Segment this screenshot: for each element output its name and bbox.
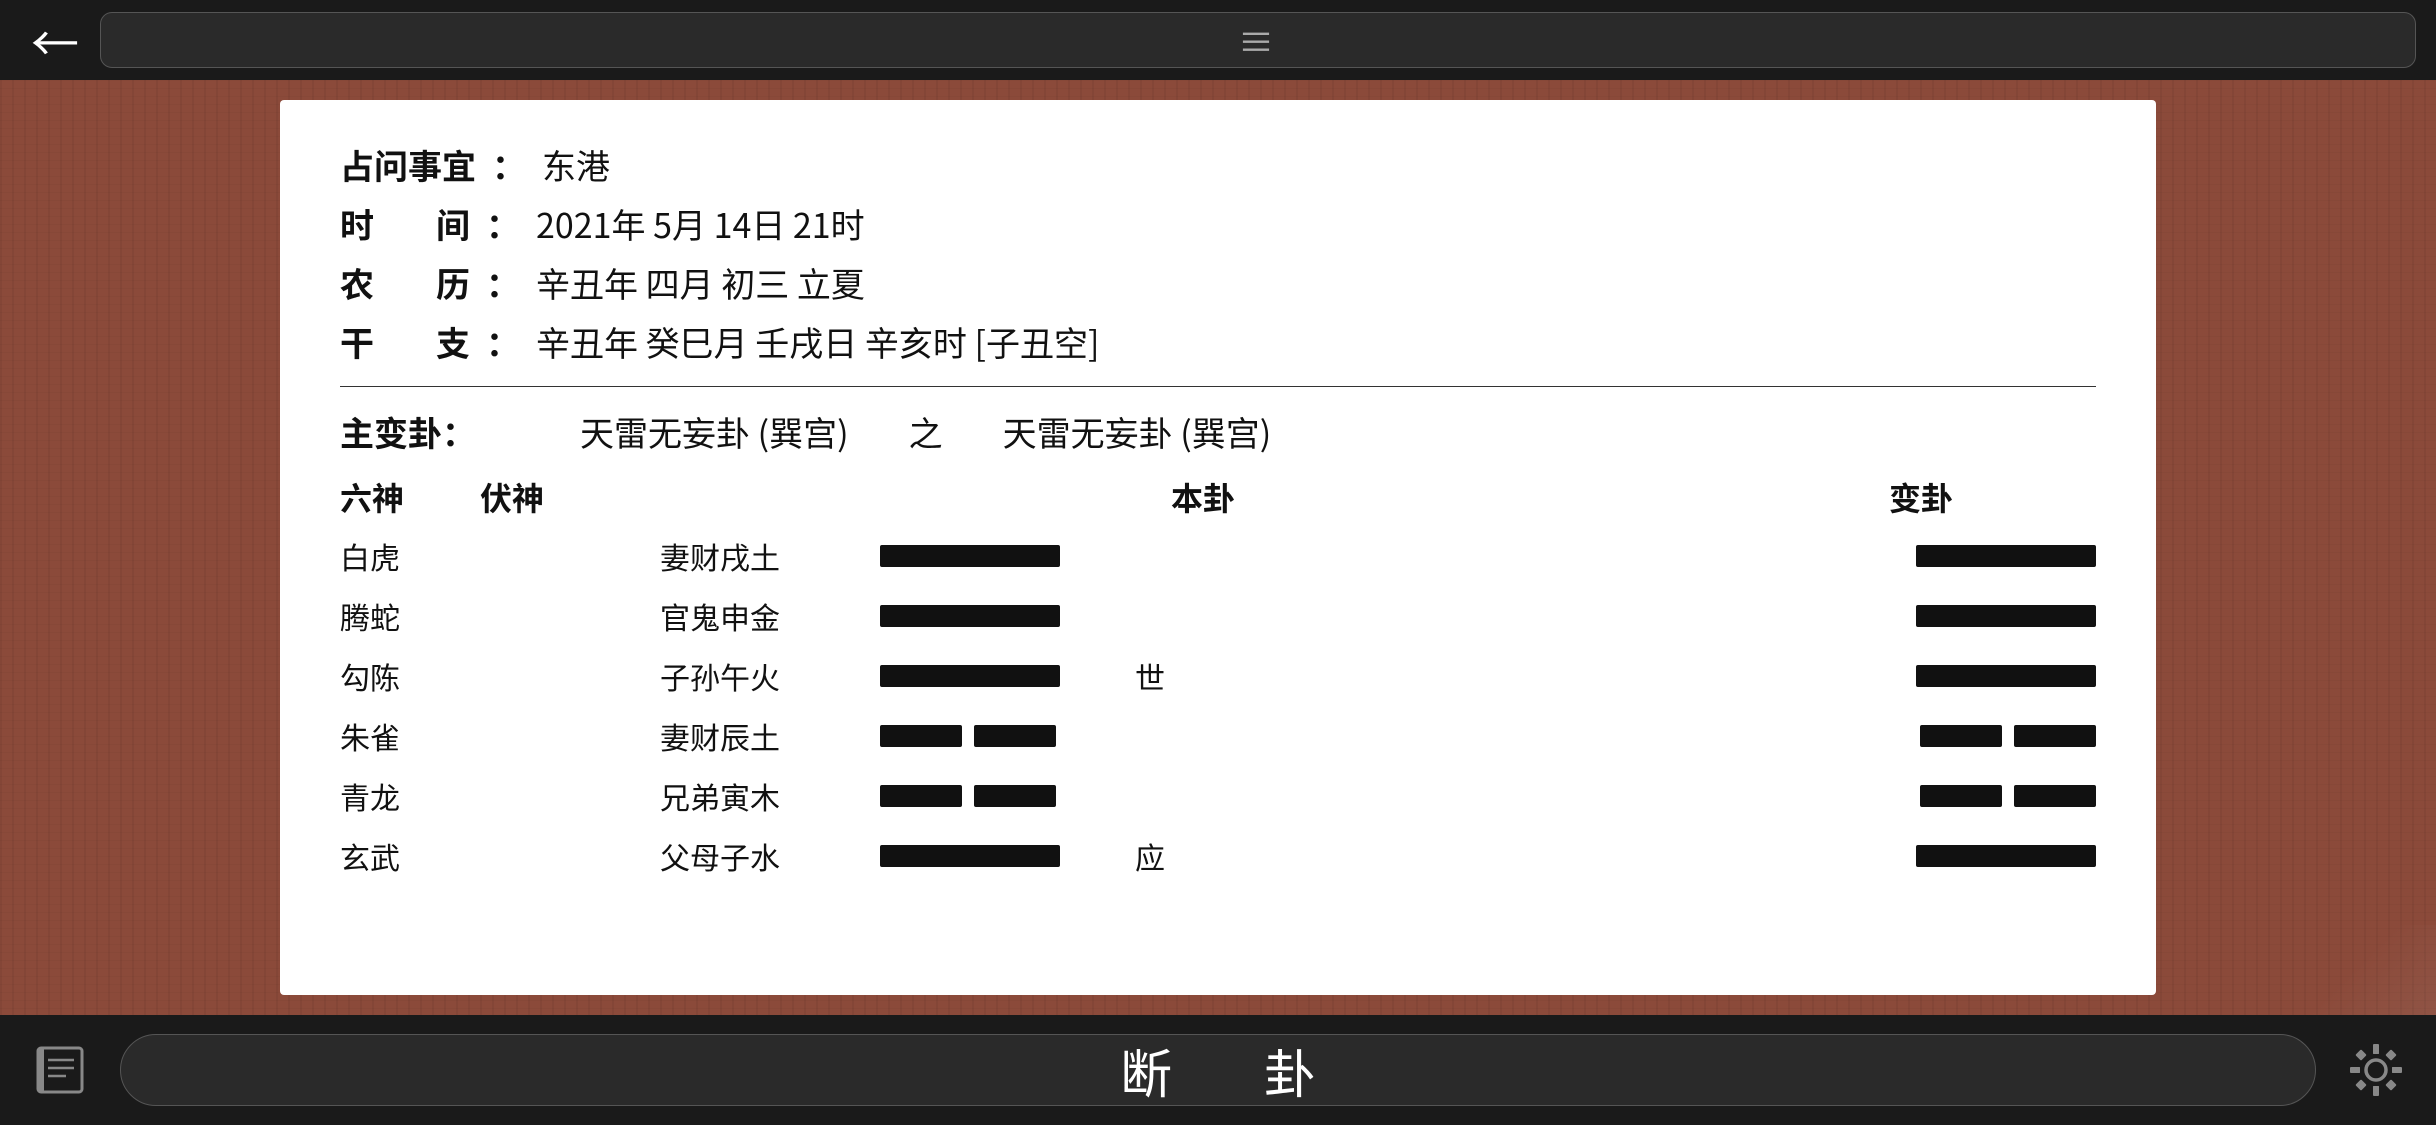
- biangua-yao-cell: [1816, 545, 2096, 567]
- table-row: 青龙 兄弟寅木: [340, 774, 2096, 818]
- duangua-label: 断 卦: [1080, 1033, 1356, 1108]
- lunar-colon: ：: [486, 258, 520, 307]
- biangua-yao-cell: [1816, 605, 2096, 627]
- info-section: 占问事宜 ： 东港 时 间 ： 2021年 5月 14日 21时 农 历 ： 辛…: [340, 140, 2096, 366]
- time-colon: ：: [486, 199, 520, 248]
- bengua-yao-cell: [880, 845, 1120, 867]
- bengua-yao-cell: [880, 665, 1120, 687]
- subject-colon: ：: [492, 140, 526, 189]
- time-label: 时 间: [340, 199, 470, 248]
- solid-line: [1916, 545, 2096, 567]
- yao-name-cell: 妻财辰土: [660, 714, 880, 758]
- liushen-cell: 白虎: [340, 534, 480, 578]
- marker-cell: 世: [1120, 654, 1180, 698]
- yao-name-cell: 子孙午火: [660, 654, 880, 698]
- ganzhi-colon: ：: [486, 317, 520, 366]
- header-liushen: 六神: [340, 474, 480, 520]
- zhi-label: 之: [909, 407, 943, 456]
- broken-line: [880, 725, 1056, 747]
- biangua-yao-cell: [1816, 725, 2096, 747]
- biangua-yao-cell: [1816, 845, 2096, 867]
- duangua-button[interactable]: 断 卦: [120, 1034, 2316, 1106]
- solid-line: [880, 545, 1060, 567]
- table-row: 勾陈 子孙午火 世: [340, 654, 2096, 698]
- gear-icon: [2346, 1040, 2406, 1100]
- solid-line: [1916, 605, 2096, 627]
- hamburger-icon: ≡: [1238, 14, 1278, 66]
- ganzhi-label: 干 支: [340, 317, 470, 366]
- yao-name-cell: 兄弟寅木: [660, 774, 880, 818]
- subject-row: 占问事宜 ： 东港: [340, 140, 2096, 189]
- top-bar: ← ≡: [0, 0, 2436, 80]
- bottom-bar: 断 卦: [0, 1015, 2436, 1125]
- divider: [340, 386, 2096, 387]
- liushen-cell: 勾陈: [340, 654, 480, 698]
- book-button[interactable]: [20, 1030, 100, 1110]
- yao-name-cell: 妻财戌土: [660, 534, 880, 578]
- time-value: 2021年 5月 14日 21时: [536, 199, 865, 248]
- header-fushen: 伏神: [480, 474, 660, 520]
- subject-label: 占问事宜: [340, 140, 476, 189]
- biangua-yao-cell: [1816, 665, 2096, 687]
- bengua-yao-cell: [880, 785, 1120, 807]
- main-card: 占问事宜 ： 东港 时 间 ： 2021年 5月 14日 21时 农 历 ： 辛…: [280, 100, 2156, 995]
- header-bengua: 本卦: [660, 474, 1746, 520]
- hexagram-section: 主变卦： 天雷无妄卦 (巽宫) 之 天雷无妄卦 (巽宫) 六神 伏神 本卦 变卦…: [340, 407, 2096, 878]
- lunar-value: 辛丑年 四月 初三 立夏: [536, 258, 865, 307]
- header-biangua: 变卦: [1746, 474, 2096, 520]
- table-row: 玄武 父母子水 应: [340, 834, 2096, 878]
- table-row: 白虎 妻财戌土: [340, 534, 2096, 578]
- back-button[interactable]: ←: [20, 0, 90, 80]
- book-icon: [30, 1040, 90, 1100]
- liushen-cell: 朱雀: [340, 714, 480, 758]
- lunar-row: 农 历 ： 辛丑年 四月 初三 立夏: [340, 258, 2096, 307]
- solid-line: [1916, 845, 2096, 867]
- table-row: 朱雀 妻财辰土: [340, 714, 2096, 758]
- subject-value: 东港: [542, 140, 610, 189]
- master-label: 主变卦：: [340, 407, 500, 456]
- solid-line: [880, 665, 1060, 687]
- hex-header: 六神 伏神 本卦 变卦: [340, 474, 2096, 520]
- time-row: 时 间 ： 2021年 5月 14日 21时: [340, 199, 2096, 248]
- broken-line: [1920, 785, 2096, 807]
- ganzhi-row: 干 支 ： 辛丑年 癸巳月 壬戌日 辛亥时 [子丑空]: [340, 317, 2096, 366]
- master-row: 主变卦： 天雷无妄卦 (巽宫) 之 天雷无妄卦 (巽宫): [340, 407, 2096, 456]
- solid-line: [880, 605, 1060, 627]
- table-row: 腾蛇 官鬼申金: [340, 594, 2096, 638]
- yao-name-cell: 官鬼申金: [660, 594, 880, 638]
- lunar-label: 农 历: [340, 258, 470, 307]
- biangua-yao-cell: [1816, 785, 2096, 807]
- bengua-yao-cell: [880, 545, 1120, 567]
- marker-cell: 应: [1120, 834, 1180, 878]
- settings-button[interactable]: [2336, 1030, 2416, 1110]
- solid-line: [1916, 665, 2096, 687]
- bengua-yao-cell: [880, 605, 1120, 627]
- liushen-cell: 玄武: [340, 834, 480, 878]
- bengua-name: 天雷无妄卦 (巽宫): [580, 407, 849, 456]
- solid-line: [880, 845, 1060, 867]
- broken-line: [1920, 725, 2096, 747]
- ganzhi-value: 辛丑年 癸巳月 壬戌日 辛亥时 [子丑空]: [536, 317, 1099, 366]
- yao-name-cell: 父母子水: [660, 834, 880, 878]
- hex-rows: 白虎 妻财戌土腾蛇 官鬼申金勾陈 子孙午火 世朱雀 妻财辰土青龙 兄弟寅木玄武 父母子水 应: [340, 534, 2096, 878]
- liushen-cell: 青龙: [340, 774, 480, 818]
- liushen-cell: 腾蛇: [340, 594, 480, 638]
- bengua-yao-cell: [880, 725, 1120, 747]
- menu-bar[interactable]: ≡: [100, 12, 2416, 68]
- biangua-name: 天雷无妄卦 (巽宫): [1003, 407, 1272, 456]
- broken-line: [880, 785, 1056, 807]
